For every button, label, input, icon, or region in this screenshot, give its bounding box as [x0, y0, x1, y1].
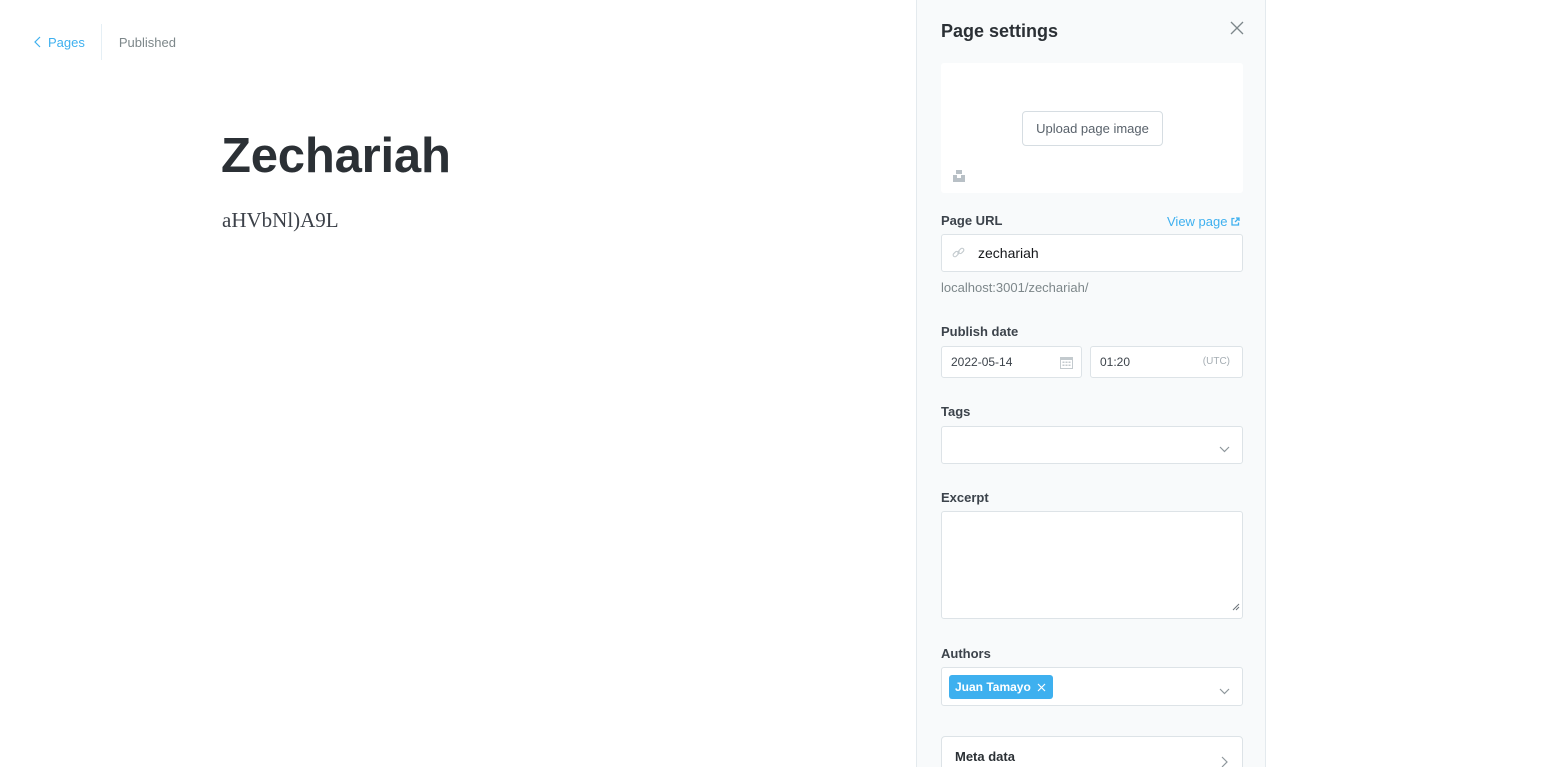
- publish-time-value: 01:20: [1100, 355, 1131, 369]
- authors-label: Authors: [941, 646, 991, 661]
- chevron-left-icon: [34, 36, 41, 48]
- publish-date-value: 2022-05-14: [951, 355, 1013, 369]
- back-to-pages-link[interactable]: Pages: [34, 24, 101, 60]
- publish-date-label: Publish date: [941, 324, 1019, 339]
- meta-data-title: Meta data: [955, 749, 1015, 764]
- page-image-dropzone: Upload page image: [941, 63, 1243, 193]
- publish-date-input[interactable]: 2022-05-14: [941, 346, 1082, 378]
- post-title[interactable]: Zechariah: [221, 128, 451, 184]
- close-icon: [1230, 21, 1244, 40]
- excerpt-textarea[interactable]: [941, 511, 1243, 619]
- page-url-label: Page URL: [941, 213, 1003, 228]
- author-name: Juan Tamayo: [955, 680, 1031, 694]
- remove-author-icon[interactable]: [1037, 683, 1046, 692]
- settings-panel: Page settings Upload page image Page URL…: [916, 0, 1266, 767]
- author-token[interactable]: Juan Tamayo: [949, 675, 1053, 699]
- page-url-preview: localhost:3001/zechariah/: [941, 280, 1089, 295]
- close-settings-button[interactable]: [1227, 20, 1247, 40]
- upload-page-image-button[interactable]: Upload page image: [1022, 111, 1163, 146]
- post-status: Published: [118, 34, 176, 50]
- tags-select[interactable]: [941, 426, 1243, 464]
- settings-title: Page settings: [941, 21, 1059, 41]
- view-page-link[interactable]: View page: [1167, 214, 1241, 229]
- timezone-label: (UTC): [1202, 356, 1230, 367]
- calendar-icon[interactable]: [1060, 356, 1073, 374]
- resize-handle-icon[interactable]: [1232, 598, 1240, 616]
- publish-time-input[interactable]: 01:20 (UTC): [1090, 346, 1243, 378]
- page-url-input[interactable]: zechariah: [941, 234, 1243, 272]
- authors-select[interactable]: Juan Tamayo: [941, 667, 1243, 706]
- view-page-label: View page: [1167, 214, 1228, 229]
- chevron-right-icon: [1221, 755, 1228, 767]
- back-link-label: Pages: [48, 34, 85, 50]
- unsplash-icon[interactable]: [952, 169, 966, 183]
- excerpt-label: Excerpt: [941, 490, 989, 505]
- meta-data-card[interactable]: Meta data: [941, 736, 1243, 767]
- chevron-down-icon: [1219, 440, 1230, 458]
- breadcrumb: Pages Published: [34, 24, 176, 60]
- link-icon: [952, 246, 965, 264]
- page-url-value: zechariah: [978, 245, 1039, 261]
- chevron-down-icon: [1219, 682, 1230, 700]
- tags-label: Tags: [941, 404, 971, 419]
- external-link-icon: [1231, 217, 1241, 226]
- post-body[interactable]: aHVbNl)A9L: [222, 208, 339, 233]
